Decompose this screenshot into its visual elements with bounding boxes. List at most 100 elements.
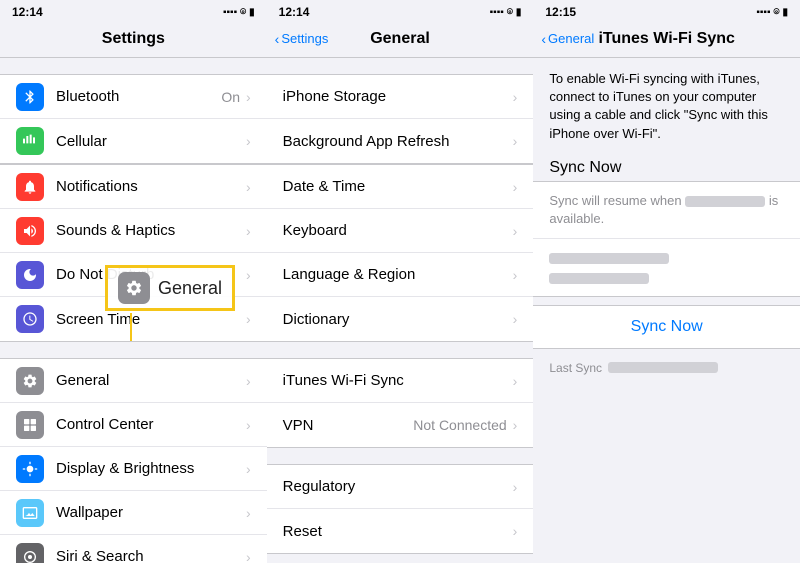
keyboard-item[interactable]: Keyboard › (267, 209, 534, 253)
dnd-chevron: › (246, 267, 251, 283)
dictionary-item[interactable]: Dictionary › (267, 297, 534, 341)
keyboard-chevron: › (513, 223, 518, 239)
control-icon (16, 411, 44, 439)
sync-device-blur (685, 196, 765, 207)
status-icons-3: ▪▪▪▪ ⌾ ▮ (756, 7, 788, 18)
regulatory-label: Regulatory (283, 478, 513, 495)
iphone-storage-label: iPhone Storage (283, 88, 513, 105)
screentime-icon (16, 305, 44, 333)
settings-list-1[interactable]: Bluetooth On › Cellular › (0, 58, 267, 563)
status-bar-3: 12:15 ▪▪▪▪ ⌾ ▮ (533, 0, 800, 22)
bg-refresh-item[interactable]: Background App Refresh › (267, 119, 534, 163)
battery-icon-2: ▮ (516, 7, 522, 18)
notifications-icon (16, 173, 44, 201)
nav-back-3[interactable]: ‹ General (541, 31, 594, 47)
nav-bar-3: ‹ General iTunes Wi-Fi Sync (533, 22, 800, 58)
info-text: To enable Wi-Fi syncing with iTunes, con… (533, 58, 800, 151)
sync-resume-text: Sync will resume when (549, 193, 681, 208)
notifications-group: Notifications › Sounds & Haptics › D (0, 164, 267, 342)
cellular-icon (16, 127, 44, 155)
sync-detail-row (533, 239, 800, 295)
vpn-item[interactable]: VPN Not Connected › (267, 403, 534, 447)
bluetooth-chevron: › (246, 89, 251, 105)
siri-item[interactable]: Siri & Search › (0, 535, 267, 563)
sync-now-btn-label: Sync Now (631, 318, 703, 335)
sync-now-header: Sync Now (533, 151, 800, 181)
datetime-item[interactable]: Date & Time › (267, 165, 534, 209)
sounds-item[interactable]: Sounds & Haptics › (0, 209, 267, 253)
notifications-item[interactable]: Notifications › (0, 165, 267, 209)
control-label: Control Center (56, 416, 246, 433)
general-item[interactable]: General › (0, 359, 267, 403)
screen3-title: iTunes Wi-Fi Sync (598, 30, 734, 48)
iphone-storage-chevron: › (513, 89, 518, 105)
wallpaper-item[interactable]: Wallpaper › (0, 491, 267, 535)
bluetooth-item[interactable]: Bluetooth On › (0, 75, 267, 119)
dictionary-label: Dictionary (283, 311, 513, 328)
language-chevron: › (513, 267, 518, 283)
datetime-group: Date & Time › Keyboard › Language & Regi… (267, 164, 534, 342)
screentime-item[interactable]: Screen Time › (0, 297, 267, 341)
cellular-label: Cellular (56, 133, 246, 150)
cellular-chevron: › (246, 133, 251, 149)
sounds-label: Sounds & Haptics (56, 222, 246, 239)
reset-item[interactable]: Reset › (267, 509, 534, 553)
dnd-label: Do Not Disturb (56, 266, 246, 283)
bluetooth-label: Bluetooth (56, 88, 221, 105)
battery-icon-3: ▮ (783, 7, 789, 18)
general-group: General › Control Center › Display & (0, 358, 267, 563)
language-label: Language & Region (283, 266, 513, 283)
control-item[interactable]: Control Center › (0, 403, 267, 447)
wifi-icon-3: ⌾ (774, 7, 780, 18)
screen2-title: General (370, 30, 430, 48)
nav-bar-1: Settings (0, 22, 267, 58)
general-label: General (56, 372, 246, 389)
itunes-sync-item[interactable]: iTunes Wi-Fi Sync › (267, 359, 534, 403)
language-item[interactable]: Language & Region › (267, 253, 534, 297)
cellular-item[interactable]: Cellular › (0, 119, 267, 163)
dnd-icon (16, 261, 44, 289)
screen2: 12:14 ▪▪▪▪ ⌾ ▮ ‹ Settings General iPhone… (267, 0, 534, 563)
datetime-label: Date & Time (283, 178, 513, 195)
last-sync-blur (608, 362, 718, 373)
sync-detail-blur2 (549, 273, 649, 284)
screentime-label: Screen Time (56, 311, 246, 328)
regulatory-item[interactable]: Regulatory › (267, 465, 534, 509)
dictionary-chevron: › (513, 311, 518, 327)
signal-icon: ▪▪▪▪ (223, 7, 237, 18)
last-sync-row: Last Sync (533, 357, 800, 379)
siri-chevron: › (246, 549, 251, 563)
sync-now-section-label: Sync Now (549, 159, 621, 176)
itunes-sync-label: iTunes Wi-Fi Sync (283, 372, 513, 389)
regulatory-group: Regulatory › Reset › (267, 464, 534, 554)
bg-refresh-chevron: › (513, 133, 518, 149)
sounds-icon (16, 217, 44, 245)
nav-back-2[interactable]: ‹ Settings (275, 31, 329, 47)
general-settings-list[interactable]: iPhone Storage › Background App Refresh … (267, 58, 534, 563)
sync-detail-blur1 (549, 253, 669, 264)
notifications-chevron: › (246, 179, 251, 195)
reset-chevron: › (513, 523, 518, 539)
sync-now-button[interactable]: Sync Now (533, 305, 800, 349)
status-icons-1: ▪▪▪▪ ⌾ ▮ (223, 7, 255, 18)
control-chevron: › (246, 417, 251, 433)
screentime-chevron: › (246, 311, 251, 327)
status-bar-1: 12:14 ▪▪▪▪ ⌾ ▮ (0, 0, 267, 22)
bg-refresh-label: Background App Refresh (283, 133, 513, 150)
bluetooth-value: On (221, 89, 240, 105)
time-1: 12:14 (12, 5, 43, 19)
time-3: 12:15 (545, 5, 576, 19)
dnd-item[interactable]: Do Not Disturb › (0, 253, 267, 297)
display-chevron: › (246, 461, 251, 477)
wallpaper-icon (16, 499, 44, 527)
display-item[interactable]: Display & Brightness › (0, 447, 267, 491)
iphone-storage-item[interactable]: iPhone Storage › (267, 75, 534, 119)
back-chevron-2: ‹ (275, 31, 280, 47)
status-icons-2: ▪▪▪▪ ⌾ ▮ (490, 7, 522, 18)
screen1: 12:14 ▪▪▪▪ ⌾ ▮ Settings Bluetooth On (0, 0, 267, 563)
sync-resume-row: Sync will resume when is available. (533, 182, 800, 239)
display-label: Display & Brightness (56, 460, 246, 477)
signal-icon-2: ▪▪▪▪ (490, 7, 504, 18)
top-group: Bluetooth On › Cellular › (0, 74, 267, 164)
notifications-label: Notifications (56, 178, 246, 195)
